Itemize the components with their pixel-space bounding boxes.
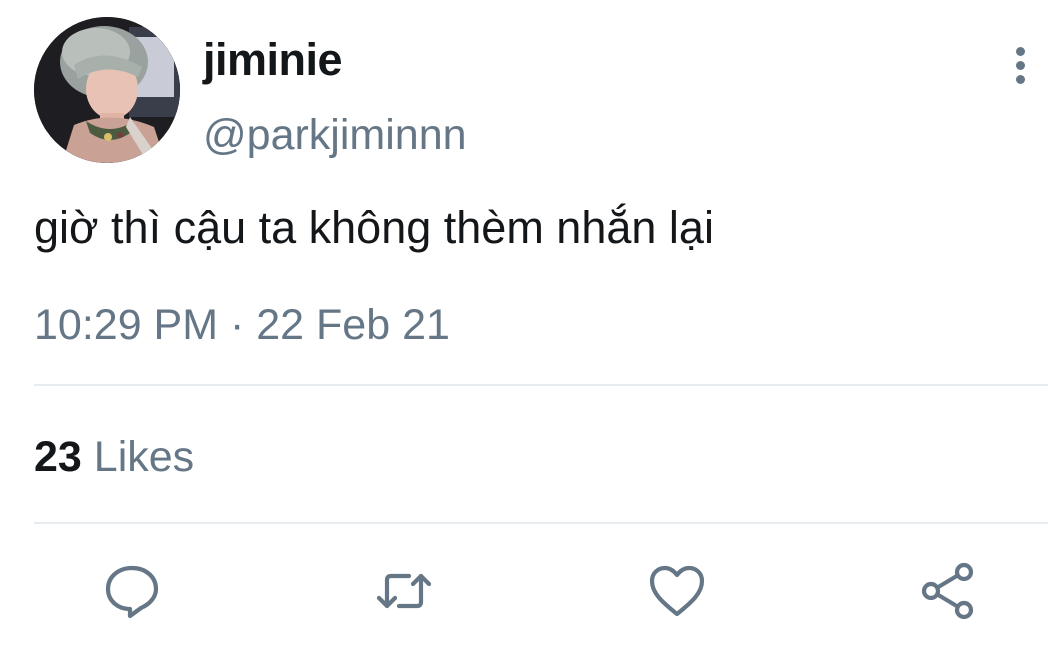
tweet-text: giờ thì cậu ta không thèm nhắn lại bbox=[34, 202, 714, 253]
reply-icon bbox=[105, 565, 159, 619]
divider bbox=[34, 384, 1048, 386]
reply-button[interactable] bbox=[101, 560, 163, 622]
more-options-button[interactable] bbox=[1004, 44, 1038, 86]
likes-stat[interactable]: 23 Likes bbox=[34, 430, 194, 484]
avatar-image bbox=[34, 17, 180, 163]
heart-icon bbox=[649, 565, 705, 617]
avatar[interactable] bbox=[34, 17, 180, 163]
author-handle[interactable]: @parkjiminnn bbox=[203, 108, 467, 162]
likes-label: Likes bbox=[93, 433, 195, 481]
likes-count: 23 bbox=[34, 433, 82, 481]
tweet-timestamp[interactable]: 10:29 PM · 22 Feb 21 bbox=[34, 298, 450, 352]
retweet-icon bbox=[376, 573, 432, 609]
divider bbox=[34, 522, 1048, 524]
author-display-name[interactable]: jiminie bbox=[203, 33, 343, 87]
share-button[interactable] bbox=[918, 560, 980, 622]
like-button[interactable] bbox=[646, 560, 708, 622]
retweet-button[interactable] bbox=[373, 560, 435, 622]
share-icon bbox=[921, 562, 974, 620]
